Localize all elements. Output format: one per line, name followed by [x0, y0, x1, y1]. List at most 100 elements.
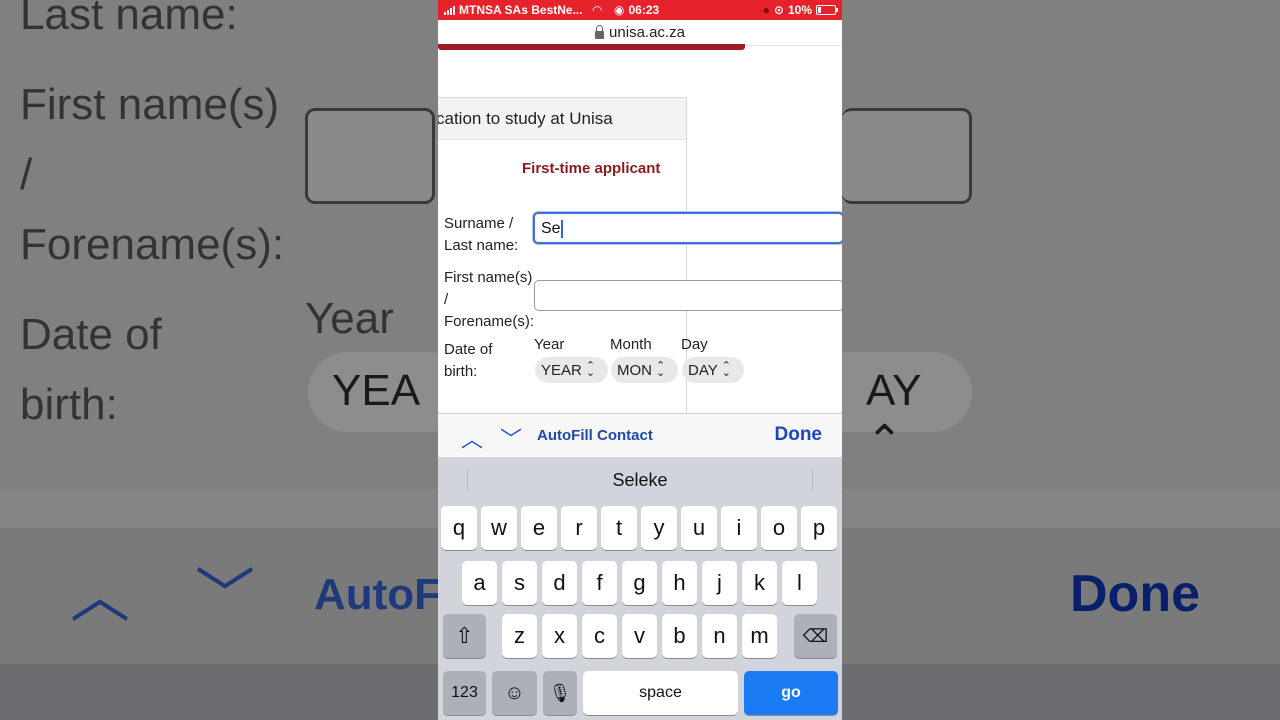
- bg-birth: birth:: [20, 380, 118, 429]
- key-r[interactable]: r: [561, 506, 597, 550]
- numbers-key[interactable]: 123: [443, 671, 486, 715]
- go-key[interactable]: go: [744, 671, 838, 715]
- year-select[interactable]: YEAR ⌃ ⌄: [535, 357, 608, 383]
- surname-value: Se: [541, 220, 561, 238]
- done-button[interactable]: Done: [775, 424, 823, 446]
- key-f[interactable]: f: [582, 561, 617, 605]
- bg-slash: /: [20, 150, 33, 199]
- key-v[interactable]: v: [622, 614, 657, 658]
- dob-day-label: Day: [681, 336, 708, 353]
- first-name-label-line2: /: [444, 291, 449, 308]
- day-select[interactable]: DAY ⌃ ⌄: [682, 357, 744, 383]
- bg-forenames: Forename(s):: [20, 220, 285, 269]
- updown-chevron-icon: ⌃ ⌄: [721, 360, 731, 379]
- dob-month-label: Month: [610, 336, 652, 353]
- key-z[interactable]: z: [502, 614, 537, 658]
- key-c[interactable]: c: [582, 614, 617, 658]
- month-select[interactable]: MON ⌃ ⌄: [611, 357, 678, 383]
- key-m[interactable]: m: [742, 614, 777, 658]
- recording-icon: ◉: [614, 3, 625, 17]
- day-select-value: DAY: [688, 361, 718, 379]
- key-x[interactable]: x: [542, 614, 577, 658]
- dot-icon: ●: [762, 3, 770, 17]
- orientation-lock-icon: ⊙: [773, 3, 784, 17]
- first-name-label-line3: Forename(s):: [444, 313, 535, 330]
- autofill-contact-button[interactable]: AutoFill Contact: [537, 427, 653, 444]
- card-header: cation to study at Unisa: [438, 98, 686, 140]
- dictation-key[interactable]: 🎙︎: [543, 671, 577, 715]
- battery-icon: [816, 5, 838, 15]
- form-subheading: First-time applicant: [522, 160, 661, 177]
- month-select-value: MON: [617, 361, 652, 379]
- first-name-input[interactable]: [534, 280, 842, 311]
- card-title: cation to study at Unisa: [438, 109, 613, 128]
- year-select-value: YEAR: [541, 361, 582, 379]
- bg-year: Year: [305, 294, 394, 343]
- key-u[interactable]: u: [681, 506, 717, 550]
- updown-chevron-icon: ⌃ ⌄: [656, 360, 666, 379]
- key-s[interactable]: s: [502, 561, 537, 605]
- first-name-label: First name(s) / Forename(s):: [444, 267, 534, 333]
- battery-percent: 10%: [787, 3, 812, 17]
- form-accessory-bar: ︿ ﹀ AutoFill Contact Done: [438, 413, 842, 457]
- key-j[interactable]: j: [702, 561, 737, 605]
- key-n[interactable]: n: [702, 614, 737, 658]
- status-center: ◉ 06:23: [614, 3, 659, 17]
- space-key[interactable]: space: [583, 671, 738, 715]
- lock-icon: [595, 24, 605, 39]
- suggestion-divider: [812, 469, 813, 491]
- key-g[interactable]: g: [622, 561, 657, 605]
- key-k[interactable]: k: [742, 561, 777, 605]
- surname-label-line1: Surname /: [444, 215, 514, 232]
- key-a[interactable]: a: [462, 561, 497, 605]
- carrier-name: MTNSA SAs BestNe...: [459, 3, 583, 17]
- site-banner-edge: [438, 44, 745, 50]
- shift-key[interactable]: ⇧: [443, 614, 486, 658]
- key-d[interactable]: d: [542, 561, 577, 605]
- key-o[interactable]: o: [761, 506, 797, 550]
- suggestion-bar: Seleke: [438, 457, 842, 503]
- bg-done: Done: [1070, 565, 1200, 623]
- bg-autofill: AutoF: [314, 570, 442, 619]
- wifi-icon: ◠: [592, 3, 602, 17]
- bg-input-left: [305, 108, 435, 204]
- key-i[interactable]: i: [721, 506, 757, 550]
- on-screen-keyboard: Seleke qwertyuiop asdfghjkl zxcvbnm ⇧ ⌫ …: [438, 457, 842, 720]
- key-q[interactable]: q: [441, 506, 477, 550]
- dob-label-line2: birth:: [444, 363, 478, 380]
- key-p[interactable]: p: [801, 506, 837, 550]
- suggestion-word[interactable]: Seleke: [438, 470, 842, 491]
- microphone-icon: 🎙︎: [548, 682, 572, 703]
- status-left: MTNSA SAs BestNe... ◠: [444, 3, 602, 17]
- dob-label-line1: Date of: [444, 341, 493, 358]
- key-e[interactable]: e: [521, 506, 557, 550]
- key-b[interactable]: b: [662, 614, 697, 658]
- surname-input[interactable]: Se: [533, 212, 842, 244]
- bg-day-pill-text: AY: [866, 366, 921, 415]
- bg-chevron-up-icon: ︿: [70, 563, 130, 630]
- status-bar: MTNSA SAs BestNe... ◠ ◉ 06:23 ● ⊙ 10%: [438, 0, 842, 20]
- key-l[interactable]: l: [782, 561, 817, 605]
- key-t[interactable]: t: [601, 506, 637, 550]
- previous-field-chevron-up-icon[interactable]: ︿: [458, 422, 486, 452]
- url-bar[interactable]: unisa.ac.za: [438, 20, 842, 46]
- bg-date-of: Date of: [20, 310, 162, 359]
- key-y[interactable]: y: [641, 506, 677, 550]
- status-right: ● ⊙ 10%: [762, 3, 838, 17]
- signal-icon: [444, 5, 455, 15]
- clock: 06:23: [628, 3, 660, 17]
- backspace-key[interactable]: ⌫: [794, 614, 837, 658]
- bg-input-right: [842, 108, 972, 204]
- bg-last-name: Last name:: [20, 0, 238, 39]
- emoji-icon: ☺: [504, 681, 525, 704]
- text-caret: [560, 220, 563, 238]
- surname-label-line2: Last name:: [444, 237, 519, 254]
- next-field-chevron-down-icon[interactable]: ﹀: [497, 422, 525, 452]
- bg-first-names: First name(s): [20, 80, 280, 129]
- emoji-key[interactable]: ☺: [492, 671, 537, 715]
- url-text: unisa.ac.za: [609, 24, 685, 41]
- key-w[interactable]: w: [481, 506, 517, 550]
- surname-label: Surname / Last name:: [444, 213, 518, 257]
- key-h[interactable]: h: [662, 561, 697, 605]
- dob-year-label: Year: [534, 336, 565, 353]
